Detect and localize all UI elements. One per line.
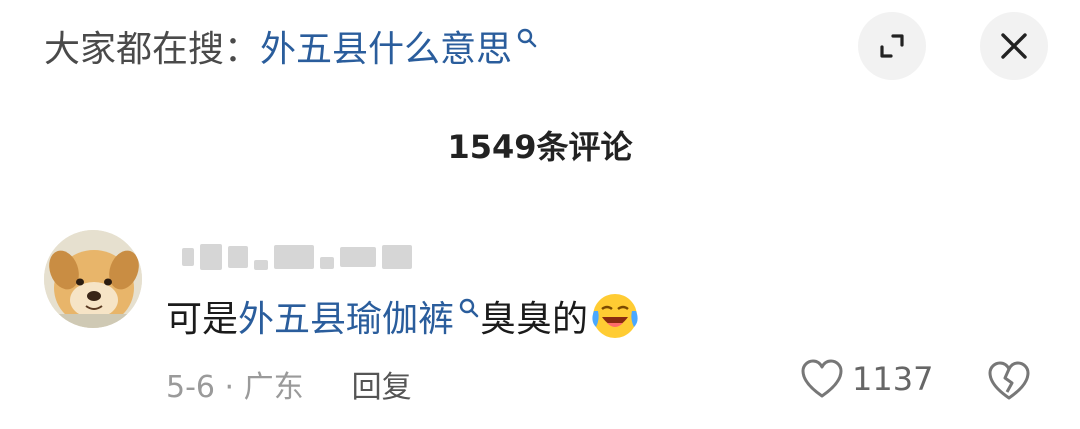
reply-button[interactable]: 回复 <box>352 362 412 406</box>
dog-avatar-image <box>44 230 142 328</box>
like-button[interactable]: 1137 <box>800 358 933 400</box>
laughing-crying-emoji-icon <box>592 294 638 338</box>
blur-block <box>254 260 268 270</box>
broken-heart-icon <box>988 361 1030 400</box>
search-prefix: 大家都在搜： <box>44 29 261 70</box>
search-icon <box>517 28 537 48</box>
search-icon <box>459 298 479 318</box>
blur-block <box>182 248 194 266</box>
expand-icon <box>880 34 904 58</box>
blur-block <box>274 245 314 269</box>
username-blurred[interactable] <box>182 240 497 274</box>
avatar[interactable] <box>44 230 142 328</box>
expand-button[interactable] <box>858 12 926 80</box>
blur-block <box>340 247 376 267</box>
search-suggestion[interactable]: 大家都在搜： 外五县什么意思 <box>44 18 538 74</box>
blur-block <box>200 244 222 270</box>
comment-text-after: 臭臭的 <box>480 299 589 340</box>
comment-body[interactable]: 可是 外五县瑜伽裤 臭臭的 <box>166 290 640 342</box>
comment-panel: 大家都在搜： 外五县什么意思 1549条评论 可是 外五县瑜伽裤 臭臭的 5-6… <box>0 0 1080 429</box>
comment-meta: 5-6 · 广东 回复 <box>166 362 412 406</box>
comment-search-link[interactable]: 外五县瑜伽裤 <box>238 290 454 342</box>
close-button[interactable] <box>980 12 1048 80</box>
blur-block <box>382 245 412 269</box>
comment-text-before: 可是 <box>166 299 239 340</box>
blur-block <box>228 246 248 268</box>
dislike-button[interactable] <box>986 360 1032 406</box>
like-count: 1137 <box>852 360 934 398</box>
comment-count: 1549条评论 <box>447 128 633 166</box>
comment-date-location: 5-6 · 广东 <box>166 370 304 405</box>
search-term-link[interactable]: 外五县什么意思 <box>260 20 512 72</box>
heart-icon <box>801 359 843 398</box>
blur-block <box>320 257 334 269</box>
close-icon <box>1001 33 1027 59</box>
